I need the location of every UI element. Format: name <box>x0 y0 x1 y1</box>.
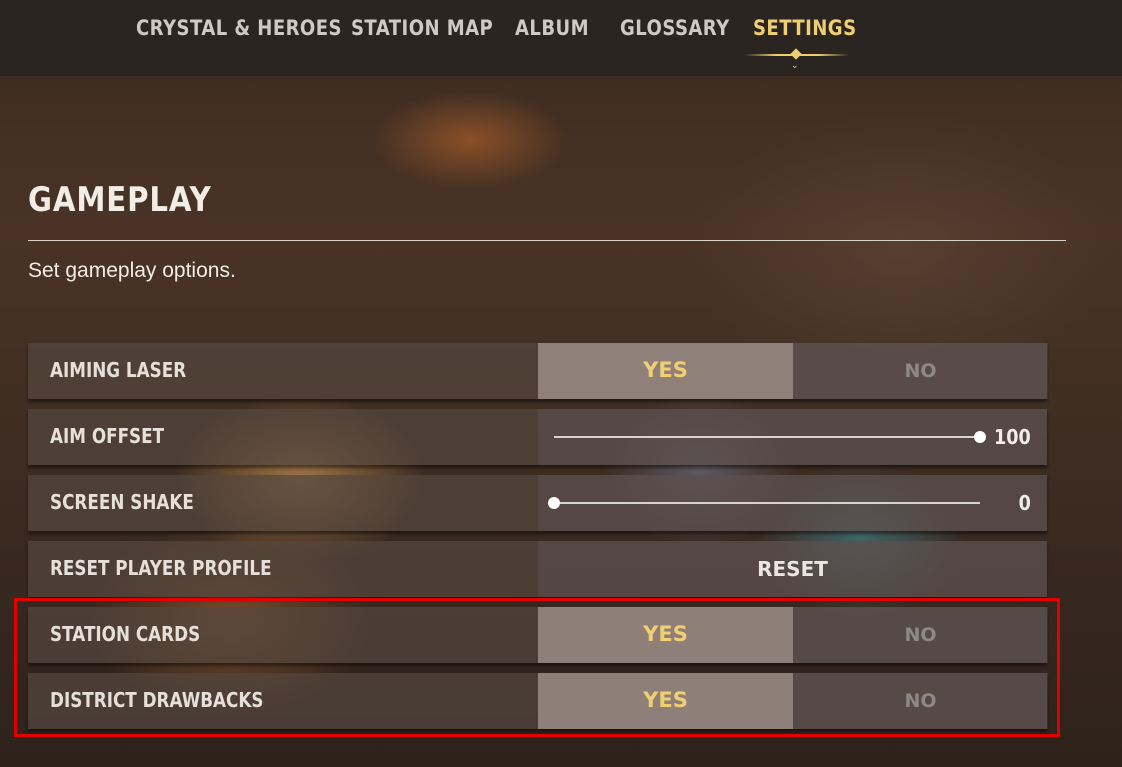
reset-button-label: RESET <box>757 557 828 581</box>
setting-label-area: SCREEN SHAKE <box>28 475 538 531</box>
setting-label: AIMING LASER <box>50 358 187 382</box>
active-tab-diamond-icon <box>790 48 802 60</box>
yes-label: YES <box>643 688 688 712</box>
aim-offset-slider-track[interactable] <box>554 436 980 438</box>
setting-label-area: DISTRICT DRAWBACKS <box>28 673 538 729</box>
setting-label-area: RESET PLAYER PROFILE <box>28 541 538 597</box>
district-drawbacks-no-option[interactable]: NO <box>793 673 1048 729</box>
yes-label: YES <box>643 358 688 382</box>
screen-shake-slider-handle[interactable] <box>548 497 560 509</box>
no-label: NO <box>904 690 937 712</box>
district-drawbacks-yes-option[interactable]: YES <box>538 673 793 729</box>
setting-label-area: AIMING LASER <box>28 343 538 399</box>
toggle-control: YES NO <box>538 673 1048 729</box>
aim-offset-slider-handle[interactable] <box>974 431 986 443</box>
top-navigation: CRYSTAL & HEROES STATION MAP ALBUM GLOSS… <box>0 0 1122 76</box>
aim-offset-value: 100 <box>994 425 1031 449</box>
setting-row-screen-shake: SCREEN SHAKE 0 <box>28 475 1047 531</box>
toggle-control: YES NO <box>538 607 1048 663</box>
setting-label-area: STATION CARDS <box>28 607 538 663</box>
chevron-down-icon: ⌄ <box>791 60 799 70</box>
setting-row-district-drawbacks: DISTRICT DRAWBACKS YES NO <box>28 673 1048 729</box>
setting-label: SCREEN SHAKE <box>50 490 194 514</box>
station-cards-no-option[interactable]: NO <box>793 607 1048 663</box>
reset-button[interactable]: RESET <box>538 541 1047 597</box>
slider-control: 0 <box>538 475 1047 531</box>
setting-label: AIM OFFSET <box>50 424 165 448</box>
setting-row-station-cards: STATION CARDS YES NO <box>28 607 1048 663</box>
setting-label: STATION CARDS <box>50 622 201 646</box>
section-title: GAMEPLAY <box>28 180 212 220</box>
screen-shake-slider-track[interactable] <box>554 502 980 504</box>
tab-album[interactable]: ALBUM <box>515 16 589 40</box>
section-subtitle: Set gameplay options. <box>28 259 236 282</box>
section-divider <box>28 240 1066 241</box>
setting-label-area: AIM OFFSET <box>28 409 538 465</box>
setting-row-reset-profile: RESET PLAYER PROFILE RESET <box>28 541 1047 597</box>
setting-row-aiming-laser: AIMING LASER YES NO <box>28 343 1048 399</box>
button-control: RESET <box>538 541 1047 597</box>
tab-station-map[interactable]: STATION MAP <box>351 16 493 40</box>
toggle-control: YES NO <box>538 343 1048 399</box>
station-cards-yes-option[interactable]: YES <box>538 607 793 663</box>
tab-crystal-heroes[interactable]: CRYSTAL & HEROES <box>136 16 342 40</box>
tab-glossary[interactable]: GLOSSARY <box>620 16 730 40</box>
aiming-laser-no-option[interactable]: NO <box>793 343 1048 399</box>
setting-label: RESET PLAYER PROFILE <box>50 556 272 580</box>
yes-label: YES <box>643 622 688 646</box>
setting-label: DISTRICT DRAWBACKS <box>50 688 264 712</box>
aiming-laser-yes-option[interactable]: YES <box>538 343 793 399</box>
tab-settings[interactable]: SETTINGS <box>753 16 857 40</box>
screen-shake-value: 0 <box>1018 491 1031 515</box>
no-label: NO <box>904 624 937 646</box>
no-label: NO <box>904 360 937 382</box>
setting-row-aim-offset: AIM OFFSET 100 <box>28 409 1047 465</box>
slider-control: 100 <box>538 409 1047 465</box>
